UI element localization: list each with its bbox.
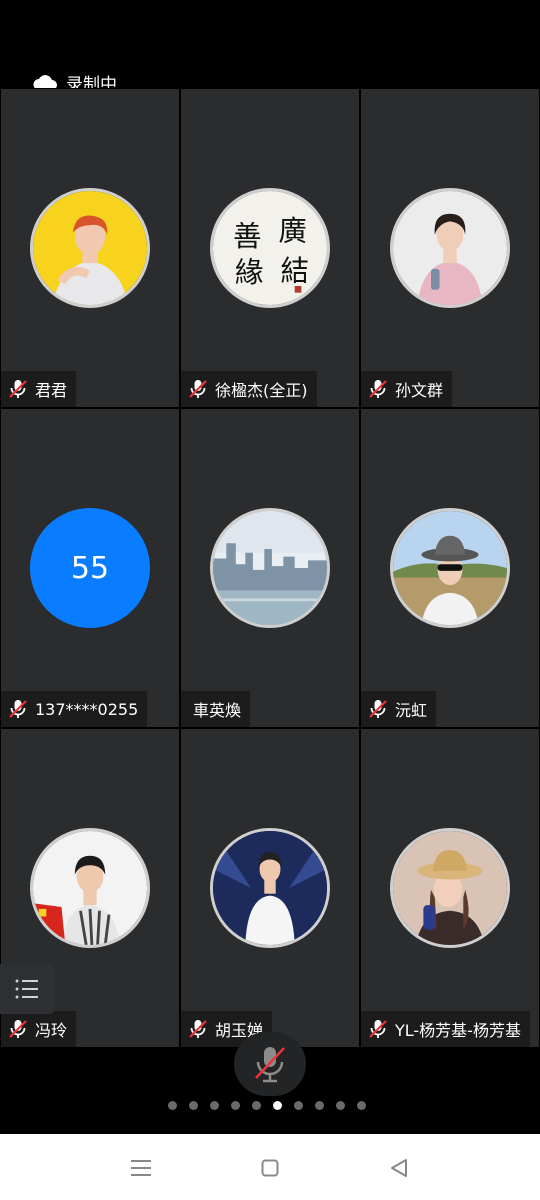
avatar [390, 508, 510, 628]
page-dot[interactable] [357, 1101, 366, 1110]
avatar: 善 廣 緣 結 [210, 188, 330, 308]
recent-apps-button[interactable] [127, 1154, 155, 1182]
page-dot[interactable] [189, 1101, 198, 1110]
name-tag: YL-杨芳基-杨芳基 [361, 1011, 530, 1047]
avatar [390, 828, 510, 948]
name-tag: 徐楹杰(全正) [181, 371, 317, 407]
participant-name: 沅虹 [395, 701, 428, 720]
calligraphy-char: 廣 [279, 214, 308, 247]
page-dot-active[interactable] [273, 1101, 282, 1110]
participant-name: 徐楹杰(全正) [215, 381, 308, 400]
avatar [390, 188, 510, 308]
page-indicator [168, 1101, 366, 1113]
mic-muted-icon [189, 380, 207, 398]
page-dot[interactable] [315, 1101, 324, 1110]
system-nav-bar [0, 1134, 540, 1200]
participant-grid: 君君 善 廣 緣 結 徐楹杰(全正) 孙文群 55 137****0255 車英… [0, 88, 540, 1048]
name-tag: 沅虹 [361, 691, 437, 727]
participant-tile[interactable]: 55 137****0255 [1, 409, 179, 727]
mic-muted-icon [369, 700, 387, 718]
menu-icon [131, 1160, 151, 1176]
list-menu-button[interactable] [0, 964, 54, 1014]
participant-name: 冯玲 [35, 1021, 68, 1040]
list-menu-icon [15, 979, 38, 999]
page-dot[interactable] [231, 1101, 240, 1110]
calligraphy-char: 結 [280, 254, 309, 287]
page-dot[interactable] [168, 1101, 177, 1110]
name-tag: 君君 [1, 371, 77, 407]
mic-muted-icon [9, 380, 27, 398]
mic-muted-icon [369, 1020, 387, 1038]
participant-name: 孙文群 [395, 381, 444, 400]
participant-name: 137****0255 [35, 699, 139, 719]
back-button[interactable] [385, 1154, 413, 1182]
participant-name: 車英煥 [193, 701, 242, 720]
participant-tile[interactable]: 善 廣 緣 結 徐楹杰(全正) [181, 89, 359, 407]
mic-muted-icon [369, 380, 387, 398]
participant-tile[interactable]: 君君 [1, 89, 179, 407]
mic-muted-icon [255, 1047, 285, 1083]
page-dot[interactable] [336, 1101, 345, 1110]
participant-tile[interactable]: 車英煥 [181, 409, 359, 727]
home-icon [261, 1159, 279, 1177]
name-tag: 冯玲 [1, 1011, 77, 1047]
back-icon [391, 1159, 407, 1177]
mic-muted-icon [9, 700, 27, 718]
participant-tile[interactable]: YL-杨芳基-杨芳基 [361, 729, 539, 1047]
page-dot[interactable] [252, 1101, 261, 1110]
name-tag: 137****0255 [1, 691, 148, 727]
name-tag: 孙文群 [361, 371, 453, 407]
page-dot[interactable] [294, 1101, 303, 1110]
participant-tile[interactable]: 胡玉婵 [181, 729, 359, 1047]
name-tag: 車英煥 [181, 691, 251, 727]
avatar [30, 828, 150, 948]
avatar [210, 828, 330, 948]
home-button[interactable] [256, 1154, 284, 1182]
participant-name: YL-杨芳基-杨芳基 [395, 1021, 521, 1040]
mic-muted-icon [189, 1020, 207, 1038]
mute-toggle-button[interactable] [234, 1032, 306, 1096]
mic-muted-icon [9, 1020, 27, 1038]
participant-tile[interactable]: 沅虹 [361, 409, 539, 727]
participant-name: 君君 [35, 381, 68, 400]
avatar: 55 [30, 508, 150, 628]
page-dot[interactable] [210, 1101, 219, 1110]
calligraphy-char: 善 [233, 220, 262, 253]
participant-tile[interactable]: 孙文群 [361, 89, 539, 407]
calligraphy-char: 緣 [235, 256, 264, 289]
avatar [210, 508, 330, 628]
avatar [30, 188, 150, 308]
